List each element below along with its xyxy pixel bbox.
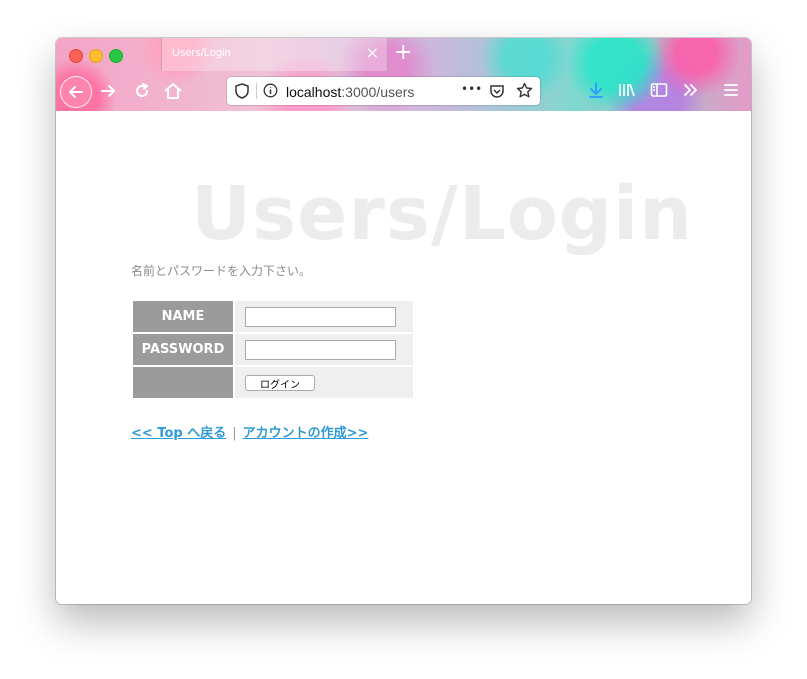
page-heading: Users/Login — [191, 171, 693, 257]
password-cell — [235, 334, 413, 365]
url-host: localhost — [286, 84, 342, 100]
info-icon[interactable] — [263, 83, 278, 98]
url-separator — [256, 83, 257, 99]
login-button[interactable]: ログイン — [245, 375, 315, 391]
name-cell — [235, 301, 413, 332]
window-minimize-button[interactable] — [89, 49, 103, 63]
submit-label-cell — [133, 367, 233, 398]
tab-users-login[interactable]: Users/Login × — [161, 38, 388, 71]
back-to-top-link[interactable]: << Top へ戻る — [131, 426, 226, 441]
browser-chrome: Users/Login × + localhost:3000/users ••• — [56, 38, 751, 111]
sidebar-icon[interactable] — [650, 82, 668, 98]
tab-close-icon[interactable]: × — [366, 43, 379, 63]
overflow-icon[interactable] — [682, 82, 700, 98]
star-icon[interactable] — [516, 82, 533, 99]
name-label: NAME — [133, 301, 233, 332]
library-icon[interactable] — [618, 82, 636, 98]
name-input[interactable] — [245, 306, 396, 327]
password-label: PASSWORD — [133, 334, 233, 365]
back-arrow-icon — [69, 86, 83, 98]
download-icon[interactable] — [588, 81, 604, 99]
menu-icon[interactable] — [723, 83, 739, 97]
back-button[interactable] — [60, 76, 92, 108]
new-tab-button[interactable]: + — [394, 40, 412, 66]
login-form-table: NAME PASSWORD ログイン — [131, 299, 415, 400]
tab-title: Users/Login — [172, 47, 231, 59]
submit-cell: ログイン — [235, 367, 413, 398]
password-input[interactable] — [245, 339, 396, 360]
create-account-link[interactable]: アカウントの作成>> — [243, 426, 369, 441]
home-icon[interactable] — [162, 80, 184, 102]
url-bar[interactable]: localhost:3000/users ••• — [227, 77, 540, 105]
password-row: PASSWORD — [133, 334, 413, 365]
url-path: :3000/users — [341, 84, 415, 100]
link-separator: | — [232, 426, 237, 441]
instruction-text: 名前とパスワードを入力下さい。 — [131, 264, 312, 278]
url-text[interactable]: localhost:3000/users — [286, 84, 414, 100]
forward-arrow-icon[interactable] — [98, 81, 118, 101]
nav-toolbar: localhost:3000/users ••• — [56, 72, 751, 111]
tab-strip: Users/Login × + — [56, 38, 751, 72]
reload-icon[interactable] — [132, 81, 152, 101]
shield-icon[interactable] — [235, 83, 249, 99]
page-content: Users/Login 名前とパスワードを入力下さい。 NAME PASSWOR… — [56, 111, 751, 604]
window-close-button[interactable] — [69, 49, 83, 63]
window-maximize-button[interactable] — [109, 49, 123, 63]
browser-window: Users/Login × + localhost:3000/users •••… — [56, 38, 751, 604]
pocket-icon[interactable] — [489, 83, 505, 99]
more-actions-icon[interactable]: ••• — [461, 82, 482, 96]
submit-row: ログイン — [133, 367, 413, 398]
name-row: NAME — [133, 301, 413, 332]
footer-links: << Top へ戻る | アカウントの作成>> — [131, 422, 368, 441]
